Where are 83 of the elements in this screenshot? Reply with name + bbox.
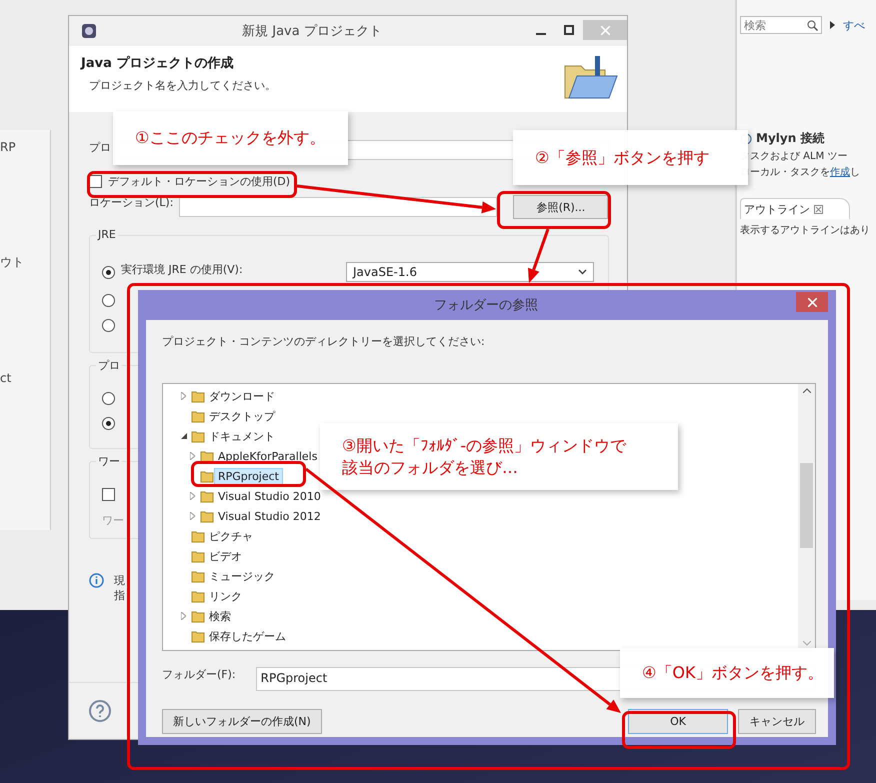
- tree-item[interactable]: ビデオ: [205, 546, 246, 566]
- checkbox[interactable]: [102, 488, 115, 501]
- help-icon[interactable]: [89, 700, 111, 722]
- browse-button[interactable]: 参照(R)...: [513, 195, 608, 219]
- tree-item[interactable]: ピクチャ: [205, 526, 257, 546]
- collapse-arrow-icon[interactable]: [181, 433, 187, 439]
- folder-icon: [200, 449, 214, 463]
- radio-button[interactable]: [102, 417, 115, 430]
- tree-item[interactable]: Visual Studio 2010: [214, 488, 325, 504]
- jre-dropdown[interactable]: JavaSE-1.6: [346, 262, 594, 282]
- checkbox[interactable]: [89, 175, 102, 188]
- callout-text: ①ここのチェックを外す。: [135, 127, 326, 149]
- location-field[interactable]: [179, 197, 498, 217]
- triangle-right-icon: [830, 21, 835, 29]
- panel-text: ct: [0, 371, 12, 385]
- outline-tab[interactable]: アウトライン: [740, 198, 850, 219]
- cancel-button[interactable]: キャンセル: [738, 709, 816, 734]
- radio-label: 実行環境 JRE の使用(V):: [121, 262, 243, 277]
- expand-arrow-icon[interactable]: [181, 612, 186, 620]
- panel-text: ウト: [0, 254, 25, 271]
- expand-arrow-icon[interactable]: [190, 512, 195, 520]
- search-icon: [807, 20, 818, 30]
- arrow: [528, 228, 550, 283]
- folder-icon: [191, 569, 205, 583]
- dialog-subtitle: プロジェクト名を入力してください。: [88, 78, 276, 93]
- callout-text: ②「参照」ボタンを押す: [535, 146, 710, 168]
- folder-icon: [191, 549, 205, 563]
- scroll-up-icon[interactable]: [802, 388, 810, 393]
- folder-icon: [191, 589, 205, 603]
- panel-text: 表示するアウトラインはあり: [740, 224, 871, 237]
- radio-button[interactable]: [102, 266, 115, 278]
- tree-item[interactable]: AppleKforParallels: [214, 448, 322, 464]
- folder-icon: [200, 489, 214, 503]
- radio-button[interactable]: [102, 319, 115, 332]
- radio-button[interactable]: [102, 392, 115, 405]
- scrollbar-thumb[interactable]: [800, 463, 813, 548]
- panel-text: RP: [0, 140, 17, 154]
- expand-arrow-icon[interactable]: [181, 392, 186, 400]
- expand-arrow-icon[interactable]: [190, 452, 195, 460]
- panel-text: タスクおよび ALM ツー: [740, 150, 848, 163]
- field-label: ワー: [102, 513, 124, 528]
- group-title: JRE: [96, 228, 118, 241]
- folder-icon: [191, 389, 205, 403]
- app-icon: [81, 23, 97, 39]
- radio-button[interactable]: [102, 294, 115, 307]
- search-field[interactable]: 検索: [740, 16, 822, 34]
- window-title: フォルダーの参照: [433, 297, 539, 314]
- new-folder-button[interactable]: 新しいフォルダーの作成(N): [162, 709, 322, 734]
- info-text: 現: [114, 573, 125, 588]
- tree-item[interactable]: ドキュメント: [205, 426, 279, 446]
- chevron-down-icon: [578, 269, 587, 275]
- tree-item[interactable]: Visual Studio 2012: [214, 508, 325, 524]
- tree-item[interactable]: リンク: [205, 586, 246, 606]
- dialog-heading: Java プロジェクトの作成: [81, 54, 234, 72]
- tree-item[interactable]: 保存したゲーム: [205, 626, 290, 646]
- instruction-text: プロジェクト・コンテンツのディレクトリーを選択してください:: [162, 334, 486, 349]
- folder-icon: [191, 629, 205, 643]
- folder-icon: [191, 529, 205, 543]
- maximize-icon[interactable]: [564, 25, 574, 35]
- folder-icon: [200, 469, 214, 483]
- folder-icon: [200, 509, 214, 523]
- close-icon[interactable]: [814, 204, 823, 214]
- folder-icon: [191, 429, 205, 443]
- tree-item[interactable]: 検索: [205, 606, 235, 626]
- scrollbar[interactable]: [798, 384, 815, 650]
- window-title: 新規 Java プロジェクト: [241, 23, 383, 40]
- create-link[interactable]: 作成: [830, 167, 850, 178]
- callout-text: 該当のフォルダを選び…: [342, 456, 519, 478]
- field-label: ロケーション(L):: [89, 195, 174, 210]
- expand-arrow-icon[interactable]: [190, 492, 195, 500]
- info-text: 指: [114, 588, 125, 603]
- all-link[interactable]: すべ: [843, 18, 865, 32]
- tree-item[interactable]: デスクトップ: [205, 406, 279, 426]
- field-label: フォルダー(F):: [162, 667, 236, 682]
- field-label: プロ: [89, 140, 111, 155]
- folder-icon: [191, 409, 205, 423]
- group-title: プロ: [96, 358, 122, 373]
- tree-item[interactable]: ミュージック: [205, 566, 279, 586]
- checkbox-label: デフォルト・ロケーションの使用(D): [108, 174, 290, 189]
- tree-item[interactable]: ダウンロード: [205, 386, 279, 406]
- panel-title: Mylyn 接続: [756, 130, 824, 147]
- callout-text: ③開いた「ﾌｫﾙﾀﾞ-の参照」ウィンドウで: [342, 434, 628, 456]
- tree-item[interactable]: RPGproject: [214, 468, 283, 484]
